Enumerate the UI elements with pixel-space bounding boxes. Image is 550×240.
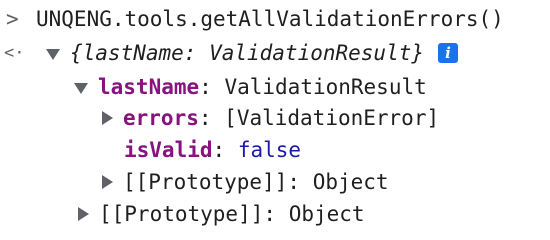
triangle-right-icon[interactable] bbox=[102, 111, 113, 125]
property-key: [[Prototype]] bbox=[99, 202, 264, 226]
triangle-right-icon[interactable] bbox=[78, 207, 89, 221]
tree-row-lastname[interactable]: lastName: ValidationResult bbox=[74, 72, 427, 102]
triangle-right-icon[interactable] bbox=[102, 175, 113, 189]
tree-row-errors[interactable]: errors: [ValidationError] bbox=[102, 103, 439, 133]
property-value: Object bbox=[288, 202, 365, 226]
tree-row-isvalid: isValid: false bbox=[124, 135, 301, 165]
info-icon[interactable]: i bbox=[438, 43, 459, 63]
property-value: false bbox=[237, 138, 302, 162]
property-key: isValid bbox=[124, 138, 213, 162]
property-value: Object bbox=[312, 170, 389, 194]
colon: : bbox=[287, 170, 301, 194]
property-key: errors bbox=[123, 106, 199, 130]
colon: : bbox=[212, 138, 226, 162]
triangle-down-icon[interactable] bbox=[46, 48, 60, 60]
colon: : bbox=[199, 75, 212, 99]
colon: : bbox=[198, 106, 212, 130]
tree-row-outer-prototype[interactable]: [[Prototype]]: Object bbox=[78, 199, 365, 229]
triangle-down-icon[interactable] bbox=[74, 82, 88, 94]
property-value: [ValidationError] bbox=[224, 106, 440, 130]
tree-row-inner-prototype[interactable]: [[Prototype]]: Object bbox=[102, 167, 389, 197]
output-prompt-icon: <· bbox=[4, 43, 25, 63]
colon: : bbox=[263, 202, 277, 226]
property-key: [[Prototype]] bbox=[123, 170, 288, 194]
console-command: UNQENG.tools.getAllValidationErrors() bbox=[36, 7, 504, 31]
result-summary: {lastName: ValidationResult} bbox=[70, 41, 425, 65]
property-value: ValidationResult bbox=[224, 75, 427, 99]
input-prompt-icon: > bbox=[6, 7, 19, 31]
property-key: lastName bbox=[98, 75, 200, 99]
